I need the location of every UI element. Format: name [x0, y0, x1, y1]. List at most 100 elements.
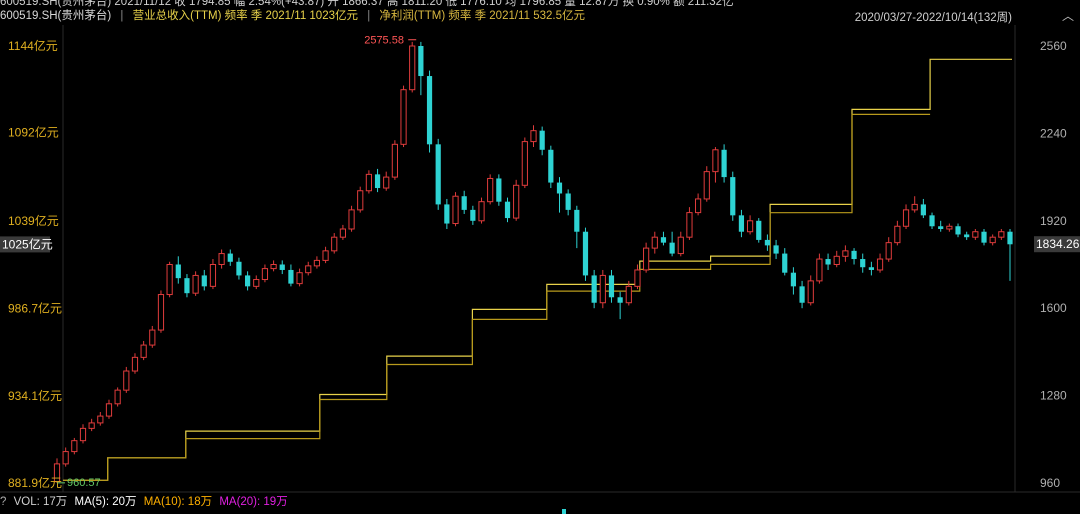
candle: [357, 186, 364, 213]
candle-body: [660, 237, 667, 243]
stock-chart: 1144亿元 1092亿元 1039亿元 986.7亿元 934.1亿元 881.9亿元 1…: [0, 25, 1080, 514]
right-tick-label: 960: [1040, 476, 1060, 490]
left-tick-label: 986.7亿元: [8, 300, 62, 315]
candle: [972, 228, 979, 240]
candle: [799, 280, 805, 309]
candle-body: [322, 250, 329, 261]
candle: [703, 166, 710, 202]
candle: [79, 424, 87, 444]
candle-body: [496, 178, 502, 202]
candle: [71, 437, 78, 455]
candle: [782, 248, 788, 276]
candle-body: [357, 190, 364, 211]
candle-body: [756, 220, 762, 240]
candle: [279, 260, 285, 275]
candle: [938, 220, 944, 232]
candle: [444, 198, 450, 229]
candle: [227, 249, 233, 266]
candle-body: [461, 196, 467, 210]
candle: [140, 340, 147, 361]
candle: [851, 248, 857, 265]
candle: [201, 269, 207, 291]
candle-body: [842, 250, 849, 257]
candle-body: [444, 204, 450, 224]
candle: [114, 387, 121, 407]
candle: [998, 228, 1005, 240]
candle: [807, 275, 814, 306]
candle-body: [79, 427, 87, 442]
candle: [981, 228, 987, 246]
date-range: 2020/03/27-2022/10/14(132周): [854, 12, 1012, 24]
candle-body: [201, 275, 207, 287]
volume-bar: [562, 509, 566, 514]
chevron-up-icon[interactable]: ︿: [1062, 7, 1076, 23]
candle-body: [651, 236, 658, 249]
candle-body: [582, 231, 589, 276]
candle: [608, 269, 615, 303]
candle: [391, 140, 398, 180]
left-axis: 1144亿元 1092亿元 1039亿元 986.7亿元 934.1亿元 881.9亿元 1…: [0, 38, 62, 490]
candle: [677, 231, 684, 257]
candle: [599, 269, 606, 309]
candle: [617, 291, 623, 320]
candle-body: [746, 220, 754, 233]
candle-body: [565, 193, 571, 210]
candle: [331, 233, 338, 254]
candle-body: [1007, 231, 1013, 245]
candle-body: [955, 226, 961, 235]
candle: [738, 209, 745, 238]
min-price-label: 960.57: [67, 477, 101, 489]
candle-body: [166, 264, 173, 296]
candle-body: [998, 231, 1005, 238]
candle-body: [730, 177, 736, 216]
candle: [885, 237, 892, 262]
candle: [539, 126, 545, 156]
candle-body: [686, 212, 693, 238]
candle-body: [989, 236, 996, 244]
candle-body: [695, 198, 702, 214]
candle: [920, 198, 926, 219]
revenue-legend[interactable]: 营业总收入(TTM) 频率 季 2021/11 1023亿元: [133, 10, 358, 22]
candle-body: [365, 173, 372, 192]
candle-body: [712, 149, 719, 173]
candle-body: [62, 451, 69, 465]
candle: [435, 138, 441, 210]
candle-body: [288, 269, 294, 284]
candle-body: [530, 130, 537, 143]
candle: [868, 261, 874, 276]
candle: [591, 269, 597, 309]
candle: [548, 145, 554, 189]
candle: [721, 144, 727, 183]
candle-body: [296, 272, 303, 285]
candle-body: [348, 209, 355, 230]
candle-body: [902, 209, 910, 227]
candle-body: [625, 285, 632, 304]
candle: [860, 253, 866, 273]
candle: [339, 224, 346, 240]
profit-legend[interactable]: 净利润(TTM) 频率 季 2021/11 532.5亿元: [379, 10, 585, 22]
candle: [695, 193, 702, 216]
candle: [374, 168, 381, 193]
candle-body: [383, 176, 390, 189]
candle: [521, 137, 528, 189]
candle-body: [261, 268, 269, 281]
right-tick-label: 2240: [1040, 126, 1067, 140]
candle-body: [539, 130, 545, 150]
candle: [686, 207, 693, 240]
candle-body: [140, 344, 147, 358]
candle-body: [452, 195, 459, 225]
right-current-label: 1834.26: [1036, 237, 1080, 251]
candle-body: [513, 184, 520, 219]
candle: [643, 242, 650, 273]
candle-body: [703, 171, 710, 200]
candle: [504, 197, 511, 223]
candle-body: [738, 215, 745, 232]
candle-body: [634, 269, 641, 287]
candle-body: [426, 76, 433, 145]
candle: [218, 249, 225, 269]
candle: [876, 253, 884, 273]
help-icon[interactable]: ?: [0, 496, 6, 508]
quote-header: 600519.SH(贵州茅台) 2021/11/12 收 1794.85 幅 2…: [0, 0, 1080, 9]
symbol-label[interactable]: 600519.SH(贵州茅台): [0, 10, 111, 22]
candle: [418, 41, 424, 96]
